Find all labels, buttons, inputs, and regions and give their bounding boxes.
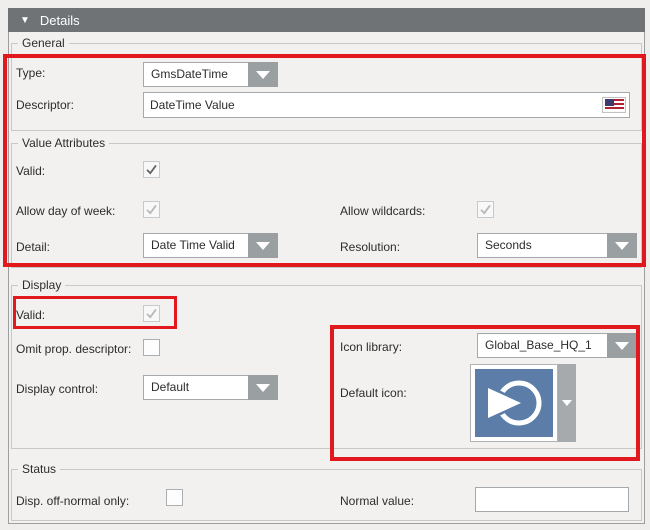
- us-flag-icon: [605, 99, 624, 111]
- chevron-down-icon: [256, 71, 270, 79]
- type-combobox[interactable]: GmsDateTime: [143, 62, 278, 87]
- allow-day-of-week-checkbox: [143, 201, 160, 218]
- details-header-title: Details: [40, 13, 80, 28]
- resolution-combobox[interactable]: Seconds: [477, 233, 637, 258]
- display-control-combobox-value[interactable]: Default: [143, 375, 248, 400]
- display-control-label: Display control:: [16, 382, 98, 396]
- valid-checkbox[interactable]: [143, 161, 160, 178]
- chevron-down-icon: [256, 242, 270, 250]
- allow-wildcards-checkbox: [477, 201, 494, 218]
- resolution-label: Resolution:: [340, 240, 400, 254]
- normal-value-label: Normal value:: [340, 494, 414, 508]
- collapse-triangle-icon[interactable]: ▼: [20, 15, 30, 26]
- icon-library-label: Icon library:: [340, 340, 402, 354]
- group-value-attributes-label: Value Attributes: [18, 137, 109, 150]
- chevron-down-icon: [615, 342, 629, 350]
- type-dropdown-button[interactable]: [248, 62, 278, 87]
- display-valid-label: Valid:: [16, 308, 45, 322]
- default-icon-dropdown-button[interactable]: [558, 364, 576, 442]
- allow-wildcards-label: Allow wildcards:: [340, 204, 425, 218]
- detail-label: Detail:: [16, 240, 50, 254]
- normal-value-input[interactable]: [475, 487, 629, 512]
- detail-dropdown-button[interactable]: [248, 233, 278, 258]
- chevron-down-icon: [615, 242, 629, 250]
- group-display-label: Display: [18, 279, 65, 292]
- group-status-label: Status: [18, 463, 60, 476]
- resolution-combobox-value[interactable]: Seconds: [477, 233, 607, 258]
- detail-combobox-value[interactable]: Date Time Valid: [143, 233, 248, 258]
- descriptor-input[interactable]: [143, 92, 630, 118]
- icon-library-combobox-value[interactable]: Global_Base_HQ_1: [477, 333, 607, 358]
- check-icon: [145, 203, 158, 216]
- details-header[interactable]: ▼ Details: [8, 8, 645, 32]
- icon-library-dropdown-button[interactable]: [607, 333, 637, 358]
- disp-off-normal-only-checkbox[interactable]: [166, 489, 183, 506]
- display-valid-checkbox: [143, 305, 160, 322]
- chevron-down-icon: [256, 384, 270, 392]
- group-general-label: General: [18, 37, 69, 50]
- disp-off-normal-only-label: Disp. off-normal only:: [16, 494, 129, 508]
- check-icon: [145, 163, 158, 176]
- allow-day-of-week-label: Allow day of week:: [16, 204, 115, 218]
- display-control-combobox[interactable]: Default: [143, 375, 278, 400]
- enter-circle-icon: [475, 369, 553, 437]
- descriptor-label: Descriptor:: [16, 98, 74, 112]
- default-icon-preview[interactable]: [470, 364, 558, 442]
- check-icon: [145, 307, 158, 320]
- omit-prop-descriptor-label: Omit prop. descriptor:: [16, 342, 131, 356]
- valid-label: Valid:: [16, 164, 45, 178]
- resolution-dropdown-button[interactable]: [607, 233, 637, 258]
- display-control-dropdown-button[interactable]: [248, 375, 278, 400]
- icon-library-combobox[interactable]: Global_Base_HQ_1: [477, 333, 637, 358]
- type-label: Type:: [16, 66, 45, 80]
- default-icon-label: Default icon:: [340, 386, 407, 400]
- detail-combobox[interactable]: Date Time Valid: [143, 233, 278, 258]
- check-icon: [479, 203, 492, 216]
- type-combobox-value[interactable]: GmsDateTime: [143, 62, 248, 87]
- chevron-down-icon: [562, 400, 572, 406]
- language-flag-button[interactable]: [602, 97, 626, 113]
- omit-prop-descriptor-checkbox[interactable]: [143, 339, 160, 356]
